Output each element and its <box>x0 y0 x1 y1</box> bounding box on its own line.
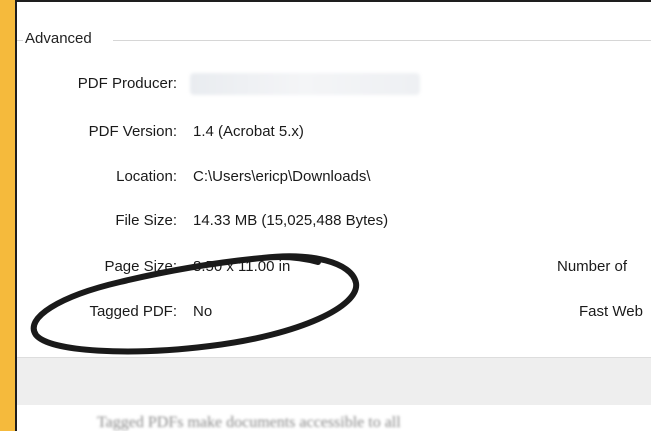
pdf-producer-value-redacted <box>190 73 420 95</box>
location-label: Location: <box>116 168 177 185</box>
number-of-pages-label: Number of <box>557 258 628 275</box>
section-divider <box>113 40 651 41</box>
page-size-label: Page Size: <box>104 258 177 275</box>
obscured-document-text: Tagged PDFs make documents accessible to… <box>97 414 401 431</box>
document-properties-window: Advanced PDF Producer: PDF Version: 1.4 … <box>15 0 651 431</box>
tagged-pdf-label: Tagged PDF: <box>89 303 177 320</box>
pdf-version-label: PDF Version: <box>88 123 177 140</box>
fast-web-view-label: Fast Web <box>579 303 643 320</box>
file-size-label: File Size: <box>115 212 177 229</box>
file-size-value: 14.33 MB (15,025,488 Bytes) <box>193 212 389 229</box>
section-title-advanced: Advanced <box>25 30 96 47</box>
location-value: C:\Users\ericp\Downloads\ <box>193 168 371 185</box>
dialog-footer <box>17 357 651 406</box>
pdf-producer-label: PDF Producer: <box>77 75 177 92</box>
page-size-value: 8.50 x 11.00 in <box>193 258 291 275</box>
tagged-pdf-value: No <box>193 303 213 320</box>
pdf-version-value: 1.4 (Acrobat 5.x) <box>193 123 304 140</box>
section-divider-left <box>17 40 23 41</box>
